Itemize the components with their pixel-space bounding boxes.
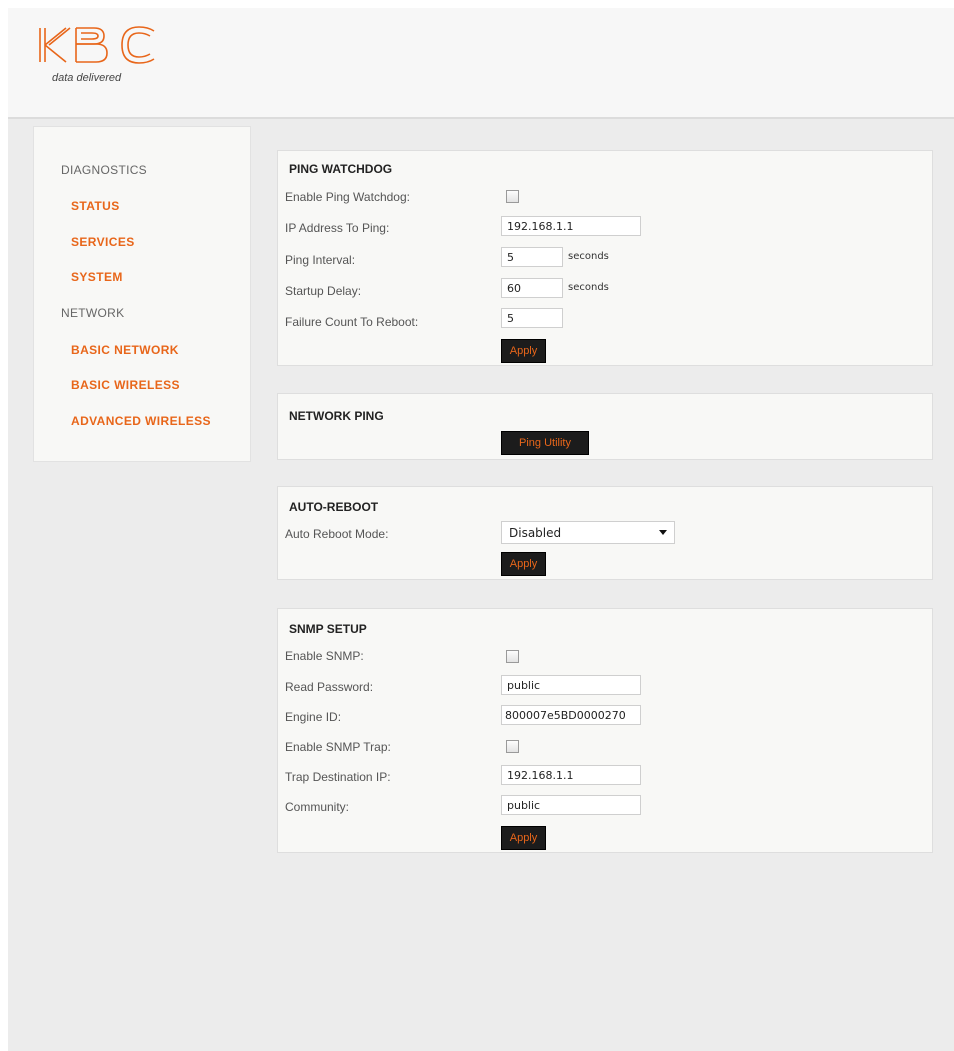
panel-title: SNMP SETUP bbox=[289, 622, 367, 636]
page: data delivered DIAGNOSTICS STATUS SERVIC… bbox=[8, 8, 954, 1051]
auto-reboot-mode-value: Disabled bbox=[509, 526, 562, 540]
engine-id-input[interactable]: 800007e5BD0000270 bbox=[501, 705, 641, 725]
trap-destination-ip-label: Trap Destination IP: bbox=[285, 770, 391, 784]
auto-reboot-mode-select[interactable]: Disabled bbox=[501, 521, 675, 544]
ping-interval-unit: seconds bbox=[568, 251, 609, 262]
enable-ping-watchdog-label: Enable Ping Watchdog: bbox=[285, 190, 410, 204]
engine-id-label: Engine ID: bbox=[285, 710, 342, 724]
ping-interval-input[interactable]: 5 bbox=[501, 247, 563, 267]
panel-title: AUTO-REBOOT bbox=[289, 500, 379, 514]
enable-snmp-trap-checkbox[interactable] bbox=[506, 740, 519, 753]
enable-ping-watchdog-checkbox[interactable] bbox=[506, 190, 519, 203]
failure-count-label: Failure Count To Reboot: bbox=[285, 315, 419, 329]
enable-snmp-label: Enable SNMP: bbox=[285, 649, 364, 663]
sidebar-heading-network: NETWORK bbox=[61, 306, 125, 320]
ip-address-label: IP Address To Ping: bbox=[285, 221, 390, 235]
logo-tagline: data delivered bbox=[52, 72, 122, 84]
community-input[interactable]: public bbox=[501, 795, 641, 815]
sidebar-item-advanced-wireless[interactable]: ADVANCED WIRELESS bbox=[71, 414, 211, 428]
auto-reboot-apply-button[interactable]: Apply bbox=[501, 552, 546, 576]
sidebar-heading-diagnostics: DIAGNOSTICS bbox=[61, 163, 147, 177]
snmp-apply-button[interactable]: Apply bbox=[501, 826, 546, 850]
community-label: Community: bbox=[285, 800, 350, 814]
sidebar-item-basic-network[interactable]: BASIC NETWORK bbox=[71, 343, 179, 357]
ping-interval-label: Ping Interval: bbox=[285, 253, 356, 267]
read-password-label: Read Password: bbox=[285, 680, 374, 694]
sidebar-item-status[interactable]: STATUS bbox=[71, 199, 120, 213]
auto-reboot-panel: AUTO-REBOOT Auto Reboot Mode: Disabled A… bbox=[277, 486, 933, 580]
ping-watchdog-panel: PING WATCHDOG Enable Ping Watchdog: IP A… bbox=[277, 150, 933, 366]
failure-count-input[interactable]: 5 bbox=[501, 308, 563, 328]
enable-snmp-checkbox[interactable] bbox=[506, 650, 519, 663]
startup-delay-label: Startup Delay: bbox=[285, 284, 362, 298]
startup-delay-unit: seconds bbox=[568, 282, 609, 293]
trap-destination-ip-input[interactable]: 192.168.1.1 bbox=[501, 765, 641, 785]
startup-delay-input[interactable]: 60 bbox=[501, 278, 563, 298]
read-password-input[interactable]: public bbox=[501, 675, 641, 695]
header: data delivered bbox=[8, 8, 954, 119]
ip-address-input[interactable]: 192.168.1.1 bbox=[501, 216, 641, 236]
sidebar: DIAGNOSTICS STATUS SERVICES SYSTEM NETWO… bbox=[33, 126, 251, 462]
panel-title: PING WATCHDOG bbox=[289, 162, 393, 176]
chevron-down-icon bbox=[659, 530, 667, 535]
sidebar-item-basic-wireless[interactable]: BASIC WIRELESS bbox=[71, 378, 180, 392]
panel-title: NETWORK PING bbox=[289, 409, 384, 423]
network-ping-panel: NETWORK PING Ping Utility bbox=[277, 393, 933, 460]
sidebar-item-system[interactable]: SYSTEM bbox=[71, 270, 123, 284]
ping-utility-button[interactable]: Ping Utility bbox=[501, 431, 589, 455]
auto-reboot-mode-label: Auto Reboot Mode: bbox=[285, 527, 389, 541]
snmp-setup-panel: SNMP SETUP Enable SNMP: Read Password: p… bbox=[277, 608, 933, 853]
sidebar-item-services[interactable]: SERVICES bbox=[71, 235, 135, 249]
enable-snmp-trap-label: Enable SNMP Trap: bbox=[285, 740, 391, 754]
ping-watchdog-apply-button[interactable]: Apply bbox=[501, 339, 546, 363]
